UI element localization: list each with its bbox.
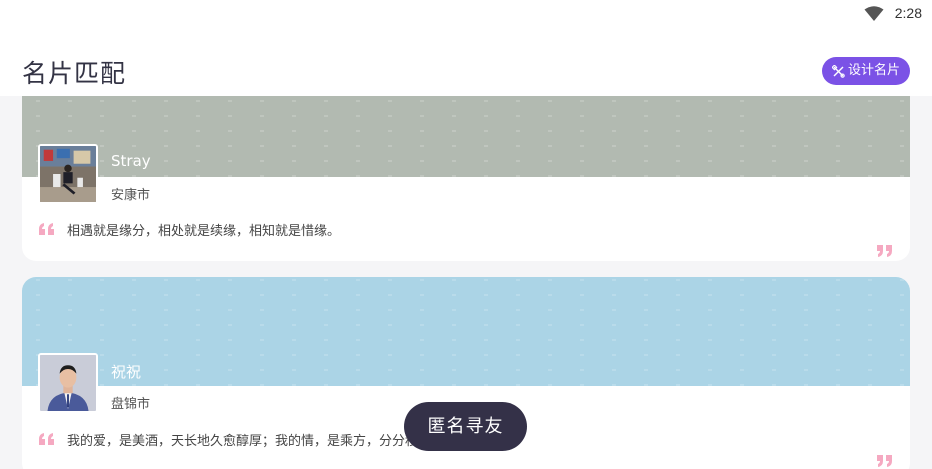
card-city: 盘锦市 — [111, 397, 151, 412]
avatar-photo — [40, 355, 96, 411]
tools-icon — [831, 64, 845, 78]
avatar-photo — [40, 146, 96, 202]
avatar[interactable] — [38, 353, 98, 413]
quote-close-icon — [877, 455, 892, 467]
card-banner — [22, 277, 910, 386]
wifi-icon — [864, 6, 884, 21]
card-name: Stray — [111, 152, 151, 170]
card-quote: 相遇就是缘分，相处就是续缘，相知就是惜缘。 — [67, 224, 341, 239]
banner-pattern — [22, 277, 910, 386]
header: 名片匹配 设计名片 — [0, 28, 932, 96]
app-screen: 2:28 名片匹配 设计名片 Stray 安康市 相遇就是缘分，相处就是续缘，相… — [0, 0, 932, 469]
quote-close-icon — [877, 245, 892, 257]
card-name: 祝祝 — [111, 363, 142, 381]
design-card-button[interactable]: 设计名片 — [821, 57, 910, 85]
card-item[interactable]: Stray 安康市 相遇就是缘分，相处就是续缘，相知就是惜缘。 — [22, 96, 910, 261]
clock: 2:28 — [894, 5, 922, 21]
card-quote: 我的爱，是美酒，天长地久愈醇厚；我的情，是乘方，分分秒 — [67, 434, 419, 449]
anonymous-friend-button[interactable]: 匿名寻友 — [404, 402, 527, 451]
status-bar: 2:28 — [0, 0, 932, 28]
card-city: 安康市 — [111, 188, 151, 203]
card-banner — [22, 96, 910, 177]
page-title: 名片匹配 — [22, 59, 127, 88]
quote-open-icon — [39, 223, 54, 235]
design-card-label: 设计名片 — [847, 63, 900, 78]
avatar[interactable] — [38, 144, 98, 204]
quote-open-icon — [39, 433, 54, 445]
banner-pattern — [22, 96, 910, 177]
